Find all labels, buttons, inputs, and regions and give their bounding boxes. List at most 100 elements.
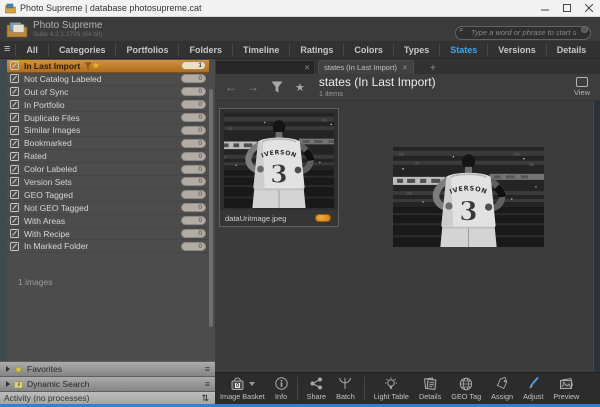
batch-button[interactable]: Batch [331, 373, 360, 404]
state-filter-row[interactable]: With Areas ★ 0 [7, 215, 209, 228]
maximize-button[interactable] [556, 0, 578, 16]
state-filter-row[interactable]: Similar Images ★ 0 [7, 124, 209, 137]
state-filter-row[interactable]: In Last Import ★ 1 [7, 60, 209, 73]
content-scrollbar[interactable] [593, 101, 600, 372]
nav-tab[interactable]: Timeline [232, 44, 289, 56]
basket-dropdown-caret[interactable] [249, 382, 255, 386]
assign-button[interactable]: Assign [486, 373, 518, 404]
state-filter-row[interactable]: In Portfolio ★ 0 [7, 99, 209, 112]
close-tab-icon[interactable]: ✕ [402, 64, 408, 72]
back-arrow-icon[interactable]: ← [225, 80, 237, 94]
app-icon [5, 3, 16, 14]
nav-tab[interactable]: Ratings [289, 44, 343, 56]
filter-funnel-icon [84, 62, 92, 70]
nav-tab[interactable]: Folders [178, 44, 232, 56]
light-table-icon [384, 377, 398, 391]
favorite-star-icon[interactable]: ★ [295, 81, 305, 94]
state-filter-row[interactable]: Rated ★ 0 [7, 150, 209, 163]
state-filter-label: Version Sets [24, 177, 72, 187]
bottom-toolbar: 0 Image Basket Info Share Batch Light Ta… [215, 372, 600, 404]
edit-checkbox-icon[interactable] [10, 139, 19, 148]
nav-tab[interactable]: Versions [487, 44, 546, 56]
forward-arrow-icon[interactable]: → [247, 80, 259, 94]
edit-checkbox-icon[interactable] [10, 113, 19, 122]
add-tab-icon[interactable]: + [430, 63, 436, 74]
close-button[interactable] [578, 0, 600, 16]
state-filter-row[interactable]: Out of Sync ★ 0 [7, 86, 209, 99]
preview-button[interactable]: Preview [548, 373, 584, 404]
search-input[interactable] [455, 26, 591, 40]
edit-checkbox-icon[interactable] [10, 87, 19, 96]
state-filter-row[interactable]: Version Sets ★ 0 [7, 176, 209, 189]
view-icon [576, 77, 588, 87]
expand-arrow-icon[interactable] [6, 366, 10, 372]
state-filter-row[interactable]: Color Labeled ★ 0 [7, 163, 209, 176]
sidebar-scrollbar[interactable] [209, 89, 213, 327]
count-badge: 0 [181, 177, 206, 186]
edit-checkbox-icon[interactable] [10, 165, 19, 174]
edit-checkbox-icon[interactable] [10, 242, 19, 251]
dynamic-search-panel-header[interactable]: Dynamic Search ≡ [0, 376, 215, 391]
edit-checkbox-icon[interactable] [10, 61, 19, 70]
info-button[interactable]: Info [270, 373, 293, 404]
adjust-button[interactable]: Adjust [518, 373, 548, 404]
state-filter-row[interactable]: Bookmarked ★ 0 [7, 137, 209, 150]
dynamic-search-menu-icon[interactable]: ≡ [205, 379, 210, 389]
state-filter-row[interactable]: Duplicate Files ★ 0 [7, 112, 209, 125]
state-filter-row[interactable]: In Marked Folder ★ 0 [7, 240, 209, 253]
state-filter-row[interactable]: Not GEO Tagged ★ 0 [7, 202, 209, 215]
nav-tab[interactable]: Details [546, 44, 597, 56]
pinned-star-icon[interactable]: ★ [92, 61, 99, 70]
nav-tab[interactable]: Colors [343, 44, 393, 56]
nav-tab[interactable]: All [15, 44, 48, 56]
share-button[interactable]: Share [302, 373, 331, 404]
preview-icon [559, 377, 574, 390]
nav-tab[interactable]: Categories [48, 44, 116, 56]
favorites-panel-header[interactable]: Favorites ≡ [0, 361, 215, 376]
search-go-button[interactable] [581, 26, 588, 33]
item-count: 1 items [319, 89, 436, 98]
edit-checkbox-icon[interactable] [10, 229, 19, 238]
title-bar: Photo Supreme | database photosupreme.ca… [0, 0, 600, 17]
nav-tab[interactable]: Types [393, 44, 439, 56]
edit-checkbox-icon[interactable] [10, 152, 19, 161]
filename-label: dataUriImage.jpeg [225, 214, 286, 223]
hamburger-menu-icon[interactable]: ≡ [4, 44, 10, 55]
state-filter-row[interactable]: With Recipe ★ 0 [7, 228, 209, 241]
thumbnail-image[interactable] [224, 113, 334, 208]
thumbnail-card[interactable]: dataUriImage.jpeg [219, 108, 339, 227]
edit-checkbox-icon[interactable] [10, 126, 19, 135]
app-header: Photo Supreme Suite 4.2.1.2799 (64 bit) … [0, 17, 600, 41]
expand-arrow-icon[interactable] [6, 381, 10, 387]
light-table-button[interactable]: Light Table [369, 373, 414, 404]
view-label: View [574, 88, 590, 97]
geo-tag-button[interactable]: GEO Tag [446, 373, 486, 404]
preview-image[interactable] [393, 147, 544, 247]
favorites-menu-icon[interactable]: ≡ [205, 364, 210, 374]
state-filter-row[interactable]: Not Catalog Labeled ★ 0 [7, 73, 209, 86]
activity-updown-icon[interactable]: ⇅ [201, 393, 209, 404]
minimize-button[interactable] [534, 0, 556, 16]
window-title: Photo Supreme | database photosupreme.ca… [20, 3, 201, 13]
edit-checkbox-icon[interactable] [10, 190, 19, 199]
nav-tab[interactable]: States [439, 44, 487, 56]
empty-collection-tab[interactable]: ✕ [215, 60, 315, 74]
details-button[interactable]: Details [414, 373, 446, 404]
edit-checkbox-icon[interactable] [10, 100, 19, 109]
filter-funnel-icon[interactable] [271, 81, 283, 93]
edit-checkbox-icon[interactable] [10, 216, 19, 225]
states-collection-tab[interactable]: states (In Last Import) ✕ [318, 60, 414, 74]
image-count-summary: 1 images [18, 277, 53, 287]
favorites-star-icon [14, 365, 23, 374]
nav-tab[interactable]: Portfolios [115, 44, 178, 56]
collection-tab-strip: ✕ states (In Last Import) ✕ + [215, 59, 600, 74]
close-tab-icon[interactable]: ✕ [304, 64, 310, 72]
image-basket-button[interactable]: 0 Image Basket [215, 373, 270, 404]
collection-title: states (In Last Import) [319, 76, 436, 89]
edit-checkbox-icon[interactable] [10, 177, 19, 186]
view-button[interactable]: View [574, 77, 590, 97]
edit-checkbox-icon[interactable] [10, 203, 19, 212]
edit-checkbox-icon[interactable] [10, 74, 19, 83]
version-badge[interactable] [315, 214, 331, 222]
state-filter-row[interactable]: GEO Tagged ★ 0 [7, 189, 209, 202]
